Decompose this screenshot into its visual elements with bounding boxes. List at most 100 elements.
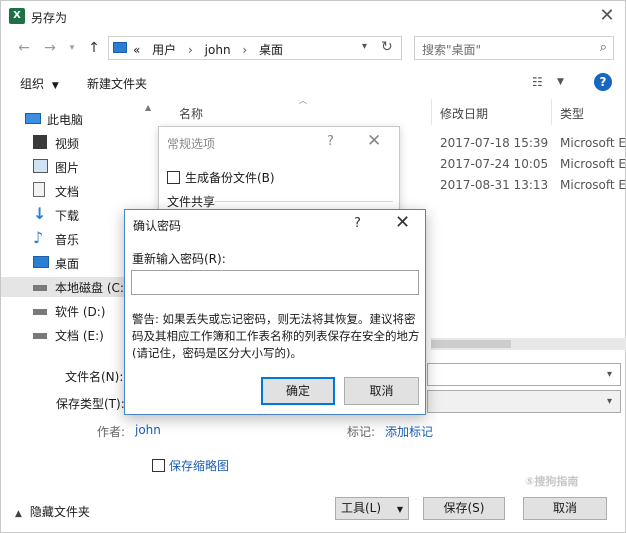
ok-button[interactable]: 确定	[261, 377, 335, 405]
file-row-type[interactable]: Microsoft E	[560, 136, 626, 150]
chevron-down-icon[interactable]: ▼	[557, 77, 564, 87]
scrollbar-thumb[interactable]	[431, 340, 511, 348]
chevron-down-icon[interactable]: ▾	[607, 369, 612, 380]
new-folder-button[interactable]: 新建文件夹	[87, 75, 147, 92]
desktop-icon	[33, 256, 49, 268]
up-arrow-icon[interactable]: ↑	[85, 39, 103, 57]
forward-arrow-icon[interactable]: →	[41, 39, 59, 57]
save-thumbnail-checkbox[interactable]	[152, 459, 165, 472]
file-row-modified[interactable]: 2017-07-24 10:05	[440, 157, 548, 171]
music-icon: ♪	[33, 228, 44, 247]
computer-icon	[25, 113, 41, 124]
save-button[interactable]: 保存(S)	[423, 497, 505, 520]
tools-label: 工具(L)	[340, 501, 382, 515]
title-bar: X 另存为 ✕	[1, 1, 626, 33]
sidebar-item-label: 音乐	[55, 233, 80, 247]
password-warning-text: 警告: 如果丢失或忘记密码，则无法将其恢复。建议将密码及其相应工作簿和工作表名称…	[132, 312, 420, 360]
column-divider[interactable]	[551, 99, 552, 125]
drive-icon	[33, 309, 47, 315]
sidebar-item-label: 图片	[55, 161, 80, 175]
close-icon[interactable]: ✕	[597, 6, 617, 26]
tools-button[interactable]: 工具(L) ▼	[335, 497, 409, 520]
sidebar-item-label: 下载	[55, 209, 80, 223]
column-header-name[interactable]: 名称	[179, 105, 203, 122]
cancel-button[interactable]: 取消	[523, 497, 607, 520]
sidebar-item-label: 此电脑	[47, 113, 84, 127]
help-icon[interactable]: ?	[594, 73, 612, 91]
backup-label[interactable]: 生成备份文件(B)	[185, 169, 275, 186]
filename-label: 文件名(N):	[65, 370, 124, 384]
sidebar-item-label: 文档 (E:)	[55, 329, 104, 343]
chevron-down-icon[interactable]: ▾	[607, 396, 612, 407]
excel-icon: X	[9, 8, 25, 24]
breadcrumb-users[interactable]: 用户	[152, 43, 176, 57]
horizontal-scrollbar[interactable]	[431, 338, 626, 350]
chevron-up-icon: ▲	[15, 509, 22, 519]
organize-label: 组织	[20, 77, 45, 91]
picture-icon	[33, 159, 48, 173]
reenter-password-label: 重新输入密码(R):	[132, 252, 226, 266]
save-thumbnail-label[interactable]: 保存缩略图	[169, 457, 229, 474]
search-box[interactable]: 搜索"桌面" ⌕	[414, 36, 614, 60]
close-icon[interactable]: ✕	[395, 212, 410, 233]
help-icon[interactable]: ?	[354, 216, 361, 231]
file-row-modified[interactable]: 2017-07-18 15:39	[440, 136, 548, 150]
author-label: 作者:	[97, 425, 126, 439]
download-icon: ↓	[33, 204, 47, 223]
filename-input[interactable]	[427, 363, 621, 386]
breadcrumb: « 用户 › john › 桌面	[133, 41, 291, 58]
window-title: 另存为	[31, 11, 68, 25]
chevron-right-icon[interactable]: ›	[242, 43, 247, 57]
file-row-type[interactable]: Microsoft E	[560, 178, 626, 192]
drive-icon	[33, 333, 47, 339]
scroll-up-icon[interactable]: ▲	[145, 103, 151, 112]
video-icon	[33, 135, 47, 149]
help-icon[interactable]: ?	[327, 134, 334, 149]
general-options-dialog: 常规选项 ? ✕ 生成备份文件(B) 文件共享	[158, 126, 400, 212]
address-bar[interactable]: « 用户 › john › 桌面	[108, 36, 402, 60]
close-icon[interactable]: ✕	[367, 131, 381, 151]
filetype-label: 保存类型(T):	[56, 397, 125, 411]
search-placeholder: 搜索"桌面"	[422, 43, 482, 57]
chevron-down-icon: ▼	[396, 505, 404, 514]
reenter-password-input[interactable]	[131, 270, 419, 295]
column-header-type[interactable]: 类型	[560, 105, 584, 122]
author-value[interactable]: john	[135, 423, 161, 437]
chevron-down-icon: ▼	[51, 81, 59, 91]
confirm-password-dialog: 确认密码 ? ✕ 重新输入密码(R): 警告: 如果丢失或忘记密码，则无法将其恢…	[124, 209, 426, 415]
dialog-title: 确认密码	[133, 219, 182, 233]
add-tags-link[interactable]: 添加标记	[385, 423, 433, 440]
sidebar-item-label: 视频	[55, 137, 80, 151]
view-options-icon[interactable]: ☷	[532, 75, 543, 89]
file-row-modified[interactable]: 2017-08-31 13:13	[440, 178, 548, 192]
back-arrow-icon[interactable]: ←	[15, 39, 33, 57]
breadcrumb-john[interactable]: john	[205, 43, 231, 57]
organize-button[interactable]: 组织 ▼	[20, 75, 59, 92]
breadcrumb-overflow[interactable]: «	[133, 43, 140, 57]
breadcrumb-desktop[interactable]: 桌面	[259, 43, 283, 57]
recent-chevron-down-icon[interactable]: ▾	[63, 39, 81, 57]
chevron-right-icon[interactable]: ›	[188, 43, 193, 57]
refresh-icon[interactable]: ↻	[381, 39, 393, 55]
document-icon	[33, 182, 45, 197]
column-header-modified[interactable]: 修改日期	[440, 105, 488, 122]
address-chevron-down-icon[interactable]: ▾	[362, 41, 367, 52]
sidebar-item-label: 软件 (D:)	[55, 305, 106, 319]
filetype-select[interactable]	[427, 390, 621, 413]
sidebar-item-label: 本地磁盘 (C:)	[55, 281, 129, 295]
backup-checkbox[interactable]	[167, 171, 180, 184]
dialog-title: 常规选项	[167, 137, 216, 151]
sidebar-item-label: 文档	[55, 185, 80, 199]
sort-caret-icon: ︿	[299, 96, 307, 105]
column-divider[interactable]	[431, 99, 432, 125]
computer-icon	[113, 42, 127, 53]
cancel-button[interactable]: 取消	[344, 377, 419, 405]
hide-folders-label: 隐藏文件夹	[29, 505, 90, 519]
search-icon[interactable]: ⌕	[600, 40, 607, 55]
drive-icon	[33, 285, 47, 291]
hide-folders-toggle[interactable]: ▲ 隐藏文件夹	[15, 503, 90, 520]
group-divider	[215, 201, 393, 202]
sidebar-item-label: 桌面	[55, 257, 80, 271]
watermark-logo: ⑤搜狗指南	[525, 475, 579, 488]
file-row-type[interactable]: Microsoft E	[560, 157, 626, 171]
